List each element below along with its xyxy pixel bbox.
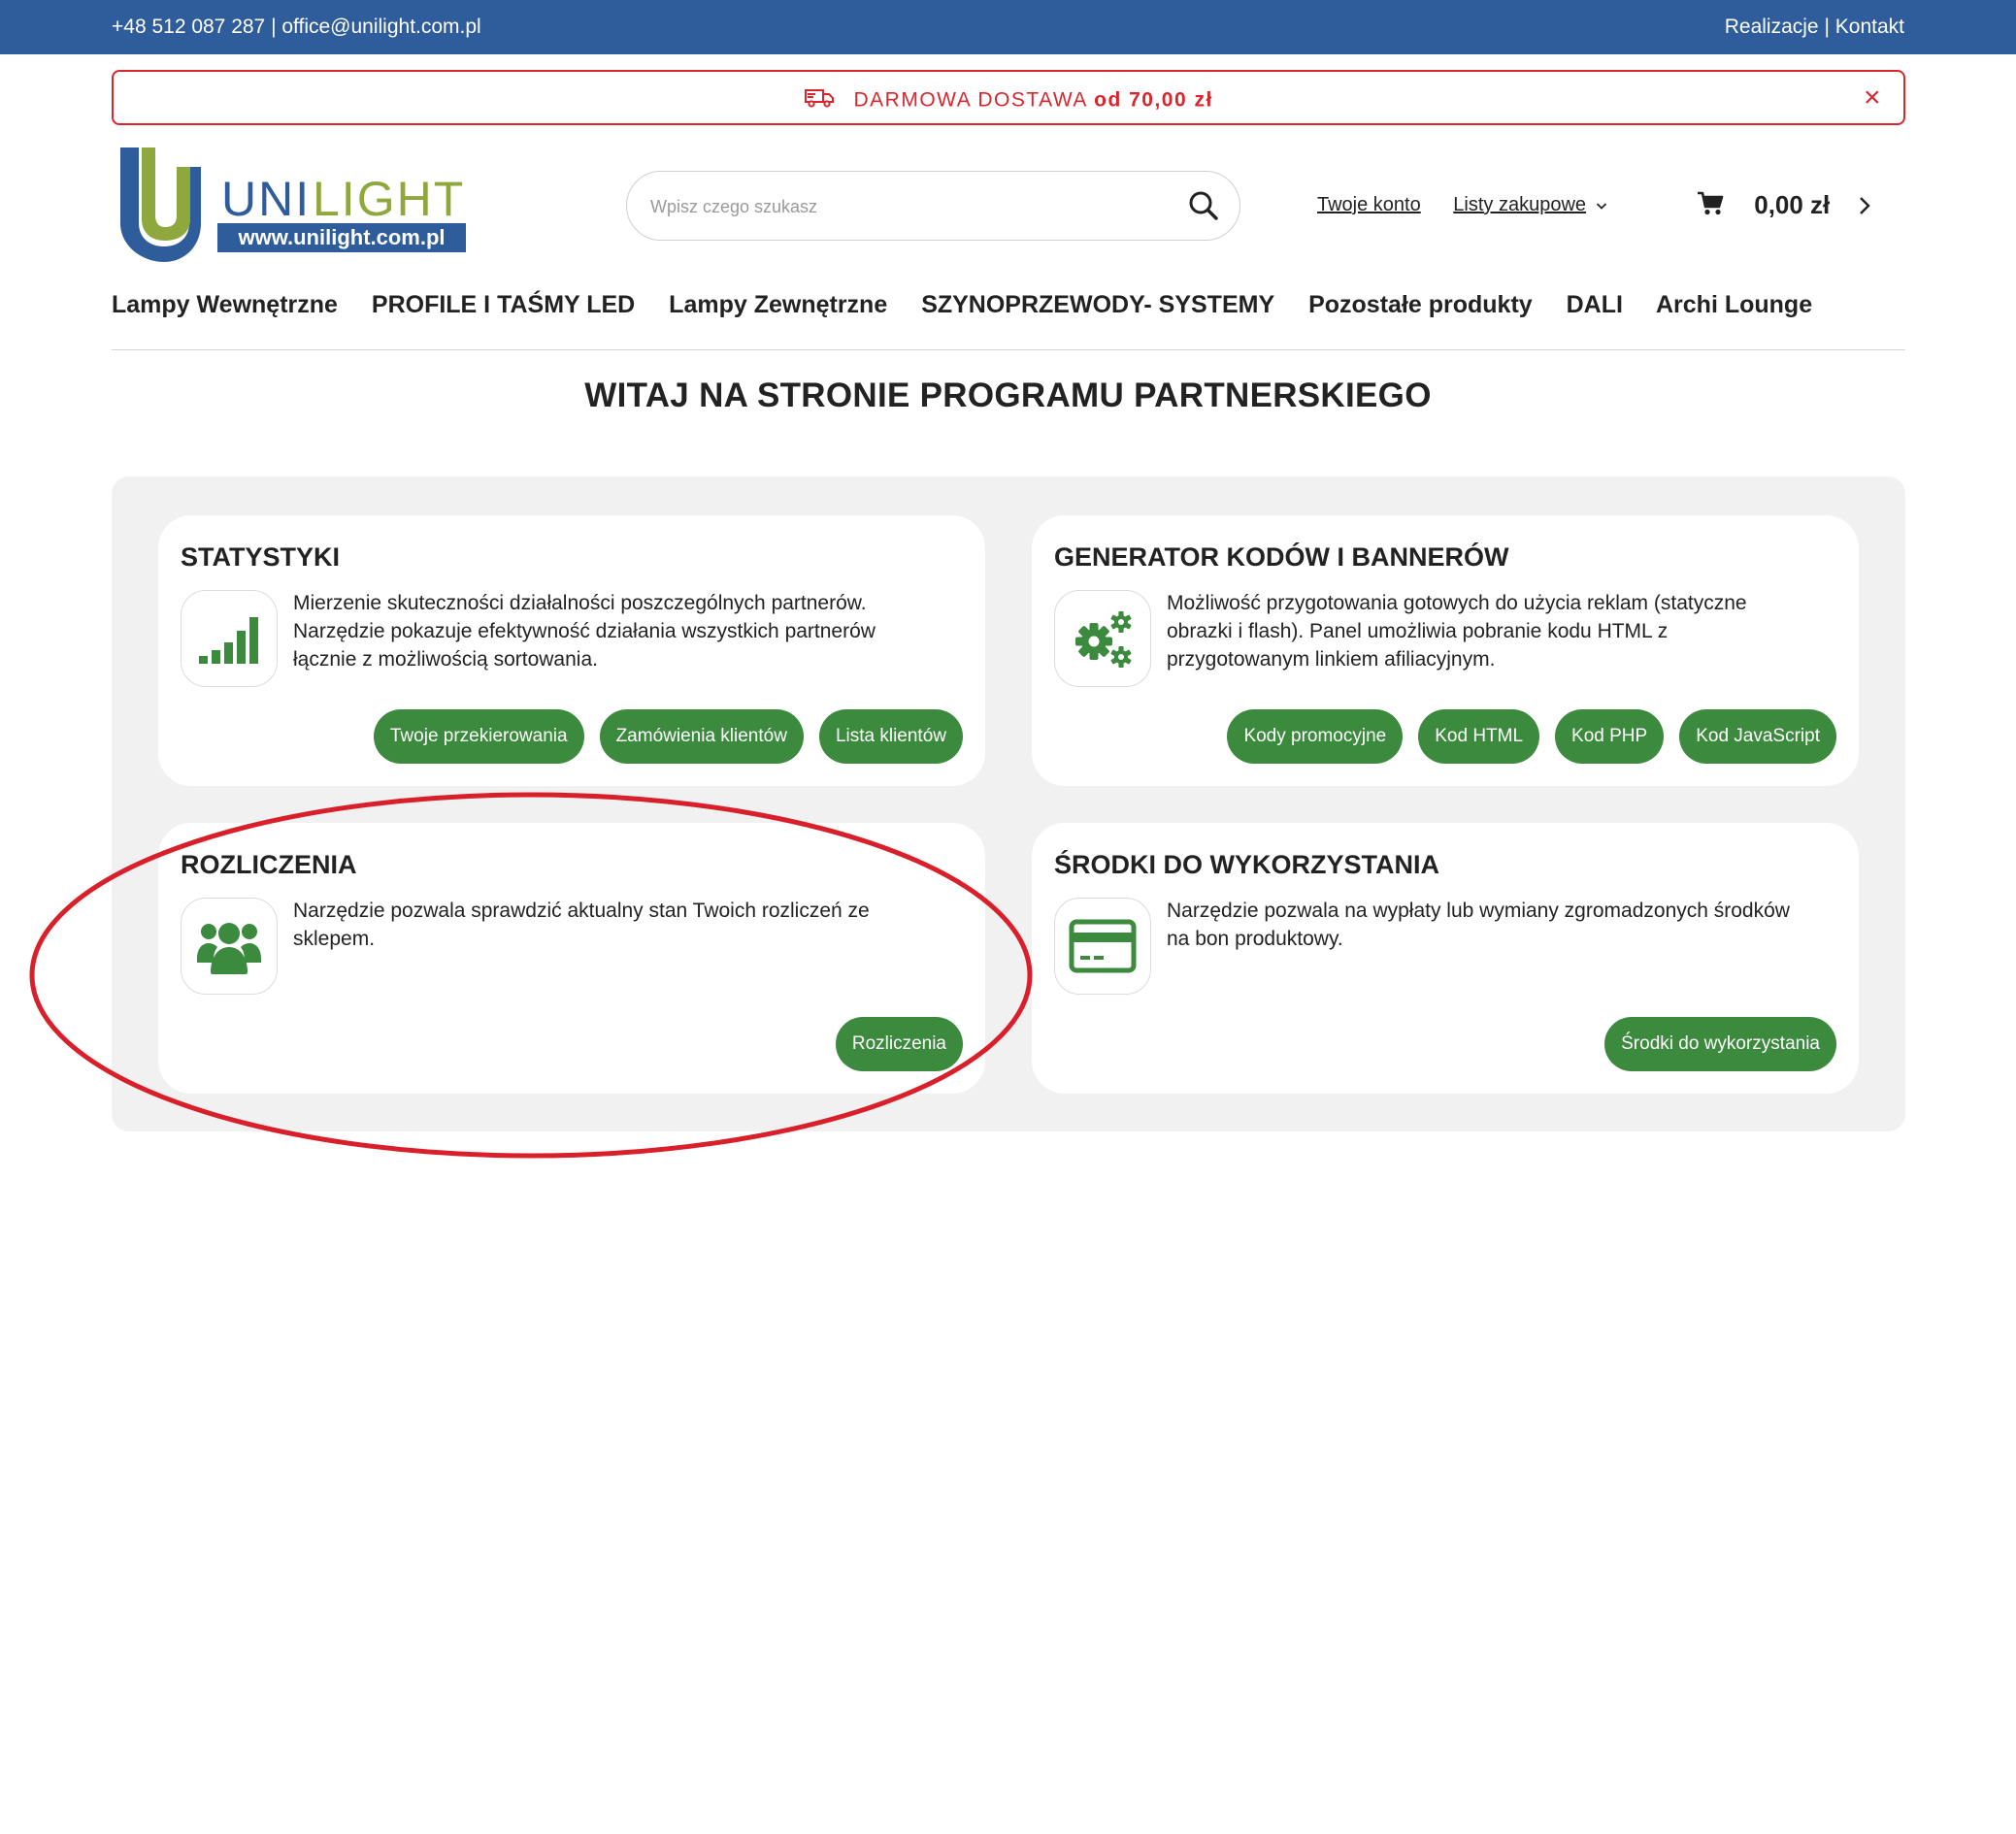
free-shipping-banner: DARMOWA DOSTAWA od 70,00 zł × bbox=[112, 70, 1905, 125]
description-line: obrazki i flash). Panel umożliwia pobran… bbox=[1167, 620, 1669, 642]
available-funds-card: ŚRODKI DO WYKORZYSTANIA Narzędzie pozwal… bbox=[1032, 823, 1859, 1094]
nav-item-profile-tasmy-led[interactable]: PROFILE I TAŚMY LED bbox=[372, 291, 635, 318]
credit-card-icon bbox=[1054, 898, 1151, 995]
users-icon bbox=[181, 898, 278, 995]
logo-text-light: LIGHT bbox=[313, 172, 465, 226]
logo-text-uni: UNI bbox=[221, 172, 311, 226]
description-line: Narzędzie pokazuje efektywność działania… bbox=[293, 620, 876, 642]
nav-item-lampy-zewnetrzne[interactable]: Lampy Zewnętrzne bbox=[669, 291, 887, 318]
delivery-truck-icon bbox=[804, 87, 835, 115]
kontakt-link[interactable]: Kontakt bbox=[1835, 16, 1904, 38]
description-line: na bon produktowy. bbox=[1167, 928, 1343, 950]
search-icon[interactable] bbox=[1187, 189, 1220, 227]
statistics-title: STATYSTYKI bbox=[181, 542, 341, 572]
top-links: Realizacje | Kontakt bbox=[1725, 16, 1904, 39]
php-code-button[interactable]: Kod PHP bbox=[1555, 709, 1665, 764]
cart-summary[interactable]: 0,00 zł bbox=[1697, 190, 1870, 223]
unilight-logo[interactable]: UNI LIGHT www.unilight.com.pl bbox=[116, 146, 476, 272]
code-generator-description: Możliwość przygotowania gotowych do użyc… bbox=[1167, 589, 1836, 673]
nav-item-lampy-wewnetrzne[interactable]: Lampy Wewnętrzne bbox=[112, 291, 338, 318]
top-links-separator: | bbox=[1824, 16, 1830, 38]
gears-icon bbox=[1054, 590, 1151, 687]
settlements-card: ROZLICZENIA Narzędzie pozwala sprawdzić … bbox=[158, 823, 985, 1094]
statistics-card: STATYSTYKI Mierzenie skuteczności działa… bbox=[158, 515, 985, 786]
statistics-description: Mierzenie skuteczności działalności posz… bbox=[293, 589, 963, 673]
page-title: WITAJ NA STRONIE PROGRAMU PARTNERSKIEGO bbox=[584, 377, 1432, 414]
html-code-button[interactable]: Kod HTML bbox=[1418, 709, 1540, 764]
free-shipping-amount: od 70,00 zł bbox=[1094, 88, 1213, 112]
shopping-lists-link[interactable]: Listy zakupowe bbox=[1453, 194, 1586, 215]
nav-item-archi-lounge[interactable]: Archi Lounge bbox=[1656, 291, 1812, 318]
your-redirects-button[interactable]: Twoje przekierowania bbox=[373, 709, 584, 764]
account-links: Twoje konto Listy zakupowe bbox=[1317, 194, 1607, 216]
available-funds-description: Narzędzie pozwala na wypłaty lub wymiany… bbox=[1167, 897, 1836, 953]
description-line: Narzędzie pozwala na wypłaty lub wymiany… bbox=[1167, 900, 1790, 922]
settlements-title: ROZLICZENIA bbox=[181, 850, 357, 879]
signal-bars-icon bbox=[181, 590, 278, 687]
description-line: Mierzenie skuteczności działalności posz… bbox=[293, 592, 867, 614]
free-shipping-text: DARMOWA DOSTAWA bbox=[853, 88, 1087, 112]
nav-item-dali[interactable]: DALI bbox=[1567, 291, 1623, 318]
code-generator-title: GENERATOR KODÓW I BANNERÓW bbox=[1054, 542, 1509, 572]
top-bar: +48 512 087 287 | office@unilight.com.pl… bbox=[0, 0, 2016, 54]
nav-divider bbox=[112, 349, 1905, 350]
code-generator-card: GENERATOR KODÓW I BANNERÓW Możliwość prz… bbox=[1032, 515, 1859, 786]
contact-info[interactable]: +48 512 087 287 | office@unilight.com.pl bbox=[112, 16, 481, 39]
settlements-description: Narzędzie pozwala sprawdzić aktualny sta… bbox=[293, 897, 963, 953]
search-input[interactable] bbox=[650, 191, 1155, 222]
javascript-code-button[interactable]: Kod JavaScript bbox=[1679, 709, 1836, 764]
settlements-button[interactable]: Rozliczenia bbox=[835, 1017, 963, 1071]
available-funds-button[interactable]: Środki do wykorzystania bbox=[1604, 1017, 1836, 1071]
client-list-button[interactable]: Lista klientów bbox=[818, 709, 963, 764]
nav-item-pozostale-produkty[interactable]: Pozostałe produkty bbox=[1308, 291, 1533, 318]
promo-codes-button[interactable]: Kody promocyjne bbox=[1227, 709, 1404, 764]
description-line: sklepem. bbox=[293, 928, 376, 950]
close-banner-icon[interactable]: × bbox=[1864, 83, 1882, 113]
chevron-right-icon[interactable] bbox=[1859, 192, 1870, 222]
cart-icon[interactable] bbox=[1697, 191, 1724, 223]
main-navigation: Lampy Wewnętrzne PROFILE I TAŚMY LED Lam… bbox=[112, 291, 1839, 319]
logo-url: www.unilight.com.pl bbox=[237, 225, 445, 249]
description-line: Możliwość przygotowania gotowych do użyc… bbox=[1167, 592, 1747, 614]
description-line: łącznie z możliwością sortowania. bbox=[293, 648, 598, 671]
search-box bbox=[626, 171, 1240, 241]
description-line: przygotowanym linkiem afiliacyjnym. bbox=[1167, 648, 1496, 671]
account-link[interactable]: Twoje konto bbox=[1317, 194, 1421, 215]
description-line: Narzędzie pozwala sprawdzić aktualny sta… bbox=[293, 900, 870, 922]
cart-total: 0,00 zł bbox=[1754, 190, 1831, 219]
partner-program-panel: STATYSTYKI Mierzenie skuteczności działa… bbox=[112, 476, 1905, 1131]
nav-item-szynoprzewody[interactable]: SZYNOPRZEWODY- SYSTEMY bbox=[921, 291, 1274, 318]
client-orders-button[interactable]: Zamówienia klientów bbox=[599, 709, 804, 764]
realizacje-link[interactable]: Realizacje bbox=[1725, 16, 1819, 38]
chevron-down-icon[interactable] bbox=[1596, 194, 1607, 216]
available-funds-title: ŚRODKI DO WYKORZYSTANIA bbox=[1054, 850, 1439, 879]
